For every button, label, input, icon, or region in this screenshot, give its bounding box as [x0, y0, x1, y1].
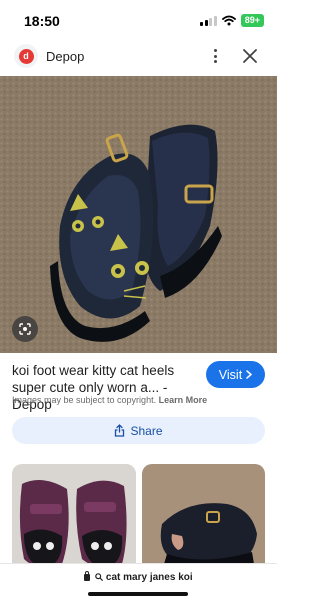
lock-icon [84, 571, 91, 581]
depop-logo-icon: d [18, 48, 34, 64]
related-image[interactable] [12, 464, 136, 574]
close-icon[interactable] [238, 44, 262, 68]
result-title[interactable]: koi foot wear kitty cat heels super cute… [12, 362, 202, 413]
site-name[interactable]: Depop [46, 49, 84, 64]
lens-icon [19, 323, 31, 335]
status-icons: 89+ [200, 14, 264, 27]
share-label: Share [130, 423, 163, 438]
more-options-button[interactable] [205, 44, 225, 68]
copyright-text: Images may be subject to copyright. [12, 395, 157, 405]
related-images [0, 464, 277, 574]
wifi-icon [221, 15, 236, 26]
more-vert-icon [213, 49, 217, 52]
copyright-notice: Images may be subject to copyright. Lear… [12, 395, 207, 405]
site-logo[interactable]: d [14, 44, 38, 68]
visit-button[interactable]: Visit [206, 361, 265, 388]
search-query-display: cat mary janes koi [0, 571, 277, 583]
visit-label: Visit [218, 367, 243, 382]
app-header: d Depop [0, 40, 277, 74]
related-shoe-photo [142, 464, 265, 574]
home-indicator [88, 592, 188, 596]
learn-more-link[interactable]: Learn More [159, 395, 208, 405]
main-image[interactable] [0, 76, 277, 353]
share-icon [115, 424, 125, 437]
status-bar: 18:50 89+ [0, 0, 277, 40]
signal-icon [200, 15, 217, 26]
chevron-right-icon [246, 370, 253, 379]
lens-search-button[interactable] [12, 316, 38, 342]
shoes-photo [0, 76, 277, 353]
related-image[interactable] [142, 464, 265, 574]
related-shoes-photo [12, 464, 136, 574]
status-time: 18:50 [24, 13, 60, 29]
share-button[interactable]: Share [12, 417, 265, 444]
battery-icon: 89+ [240, 14, 264, 27]
search-bar[interactable]: cat mary janes koi [0, 563, 277, 600]
search-icon [95, 573, 104, 581]
search-query: cat mary janes koi [105, 572, 193, 583]
